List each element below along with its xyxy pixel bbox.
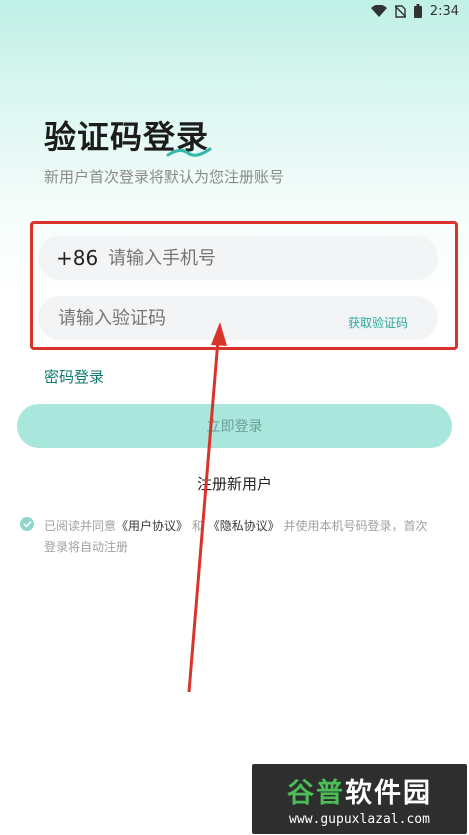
watermark-brand-green: 谷普 bbox=[287, 778, 345, 809]
watermark-brand: 谷普软件园 bbox=[287, 771, 432, 810]
watermark-url: www.gupuxlazal.com bbox=[289, 812, 430, 827]
watermark-logo: 谷普软件园 www.gupuxlazal.com bbox=[252, 764, 467, 834]
annotation-arrow bbox=[187, 322, 227, 693]
watermark-brand-white: 软件园 bbox=[345, 778, 432, 809]
